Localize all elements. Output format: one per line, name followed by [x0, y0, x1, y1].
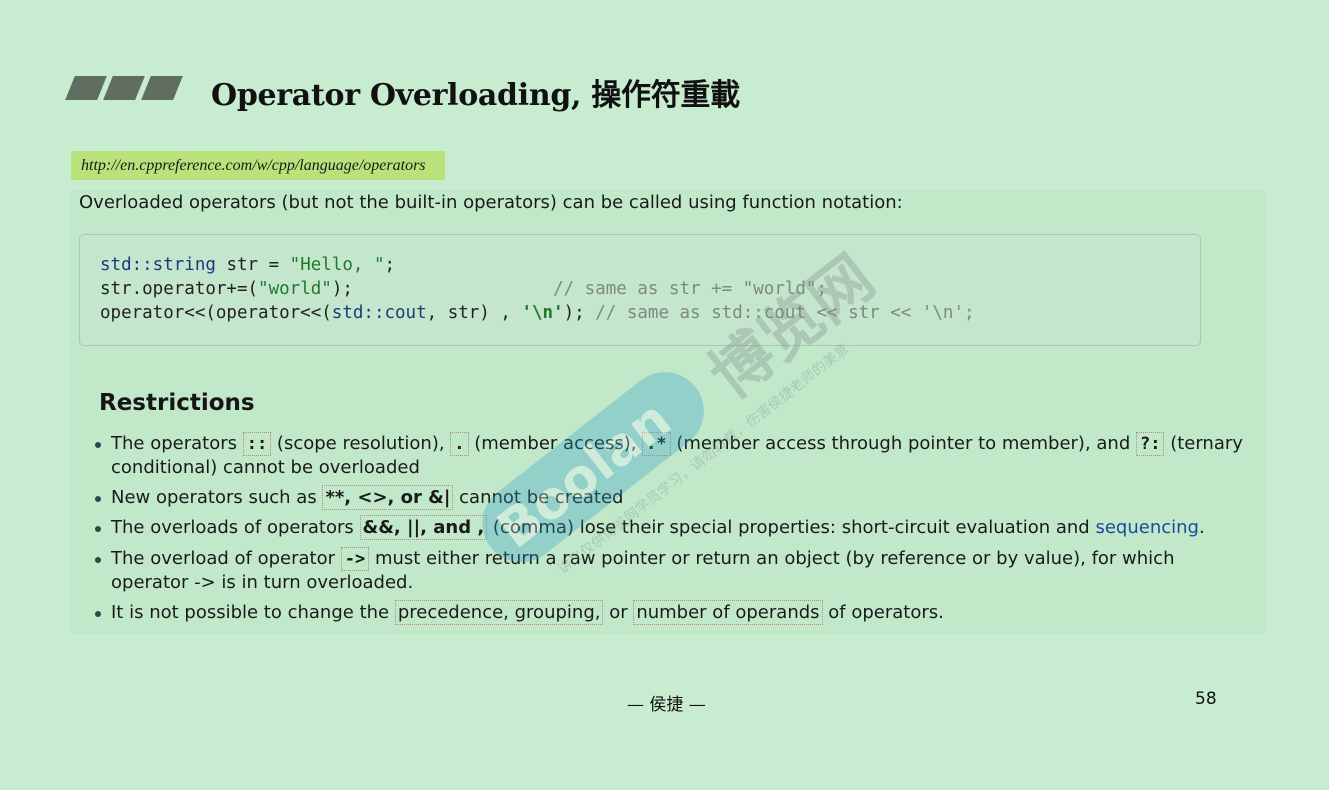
bullet-icon — [95, 496, 101, 502]
title-decoration — [64, 76, 183, 100]
bullet-icon — [95, 557, 101, 563]
operands-link[interactable]: number of operands — [633, 600, 823, 625]
intro-text: Overloaded operators (but not the built-… — [79, 192, 903, 213]
reference-url[interactable]: http://en.cppreference.com/w/cpp/languag… — [71, 151, 445, 180]
code-line-3: operator<<(operator<<(std::cout, str) , … — [100, 303, 975, 323]
sequencing-link[interactable]: sequencing — [1095, 517, 1199, 538]
code-line-2: str.operator+=("world"); // same as str … — [100, 279, 828, 299]
footer-author: — 侯捷 — — [627, 695, 706, 715]
bullet-icon — [95, 442, 101, 448]
page-number: 58 — [1195, 689, 1217, 709]
precedence-link[interactable]: precedence, grouping, — [394, 600, 604, 625]
code-block: std::string str = "Hello, "; str.operato… — [79, 234, 1201, 346]
slide-title: Operator Overloading, 操作符重載 — [211, 78, 740, 113]
code-line-1: std::string str = "Hello, "; — [100, 255, 396, 275]
bullet-icon — [95, 611, 101, 617]
reference-url-text: http://en.cppreference.com/w/cpp/languag… — [81, 157, 426, 174]
bullet-icon — [95, 526, 101, 532]
restrictions-heading: Restrictions — [99, 390, 255, 416]
